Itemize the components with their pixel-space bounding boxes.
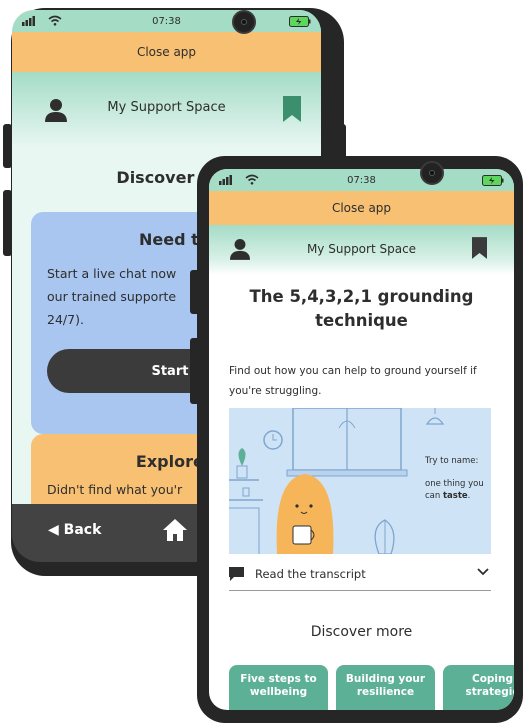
back-phone-side-button: [3, 190, 12, 256]
illustration-caption: one thing you can taste.: [425, 478, 484, 502]
tile-label: resilience: [356, 686, 415, 698]
discover-more-title: Discover more: [310, 624, 413, 640]
intro-text: Find out how you can help to ground your…: [229, 365, 477, 397]
status-bar: 07:38: [209, 169, 514, 191]
app-header: My Support Space: [12, 72, 321, 148]
tile-coping-strategies[interactable]: Coping strategie: [443, 665, 514, 710]
battery-icon: [289, 16, 311, 27]
transcript-label: Read the transcript: [255, 567, 366, 581]
chevron-down-icon: [477, 568, 489, 576]
card-body: Didn't find what you'r: [47, 482, 183, 497]
back-phone-side-button: [3, 124, 12, 168]
close-app-label: Close app: [136, 45, 197, 59]
page-title-line: The 5,4,3,2,1 grounding: [249, 287, 474, 306]
tile-five-steps[interactable]: Five steps to wellbeing: [229, 665, 328, 710]
front-phone-screen: 07:38 Close app My Support Space The 5,4…: [209, 169, 514, 710]
page-title-line: technique: [315, 311, 408, 330]
video-illustration[interactable]: Try to name: one thing you can taste.: [229, 408, 491, 554]
status-time: 07:38: [347, 174, 376, 186]
close-app-button[interactable]: Close app: [12, 32, 321, 72]
tile-building-resilience[interactable]: Building your resilience: [336, 665, 435, 710]
front-phone-side-button: [190, 270, 200, 314]
tile-label: Building your: [345, 673, 426, 685]
close-app-label: Close app: [331, 201, 392, 215]
bookmark-icon[interactable]: [283, 96, 301, 122]
back-button[interactable]: ◀ Back: [48, 522, 101, 538]
close-app-button[interactable]: Close app: [209, 191, 514, 225]
header-title: My Support Space: [107, 100, 226, 115]
tile-label: Coping: [471, 673, 514, 685]
try-to-name-label: Try to name:: [425, 456, 479, 466]
caption-text: .: [467, 491, 471, 501]
front-phone-side-button: [190, 338, 200, 404]
tile-label: wellbeing: [249, 686, 308, 698]
status-time: 07:38: [152, 15, 181, 27]
home-icon[interactable]: [162, 518, 188, 542]
camera-icon: [232, 10, 256, 34]
back-label: Back: [63, 522, 102, 538]
back-arrow-icon: ◀: [48, 522, 59, 538]
caption-line: one thing you: [425, 479, 484, 489]
status-bar: 07:38: [12, 10, 321, 32]
tile-label: strategie: [465, 686, 514, 698]
caption-bold: taste: [442, 491, 468, 501]
caption-line: can taste.: [425, 490, 484, 502]
chat-icon: [229, 567, 244, 581]
tile-label: Five steps to: [240, 673, 317, 685]
read-transcript-toggle[interactable]: Read the transcript: [229, 558, 491, 591]
battery-icon: [482, 175, 504, 186]
camera-icon: [420, 161, 444, 185]
app-header: My Support Space: [209, 225, 514, 275]
page-title: The 5,4,3,2,1 grounding technique: [219, 285, 504, 333]
bookmark-icon[interactable]: [472, 237, 487, 259]
header-title: My Support Space: [306, 242, 417, 256]
caption-text: can: [425, 491, 443, 501]
